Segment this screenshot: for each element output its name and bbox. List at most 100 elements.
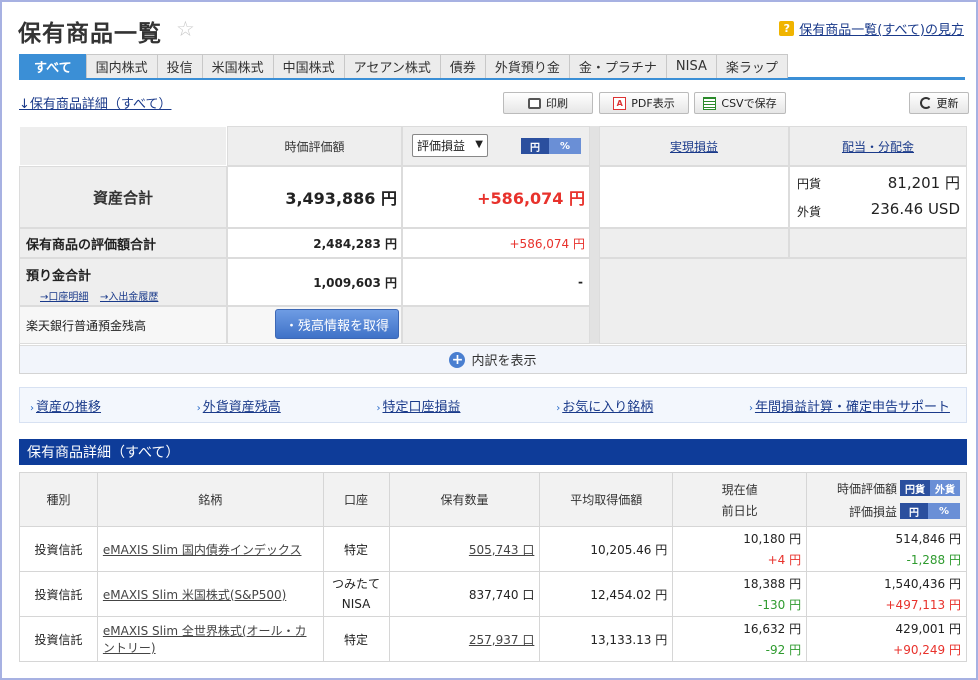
- table-header-row: 種別 銘柄 口座 保有数量 平均取得価額 現在値 前日比 時価評価額 円貨 外貨 評…: [19, 472, 967, 527]
- toggle-yen[interactable]: 円: [521, 138, 549, 154]
- row-pl: +90,249 円: [893, 643, 961, 657]
- refresh-label: 更新: [936, 97, 959, 110]
- toggle-foreign[interactable]: 外貨: [930, 480, 960, 496]
- currency-toggle[interactable]: 円貨 外貨: [900, 480, 960, 496]
- quick-link-asset-history-label[interactable]: 資産の推移: [36, 400, 101, 415]
- row-market-value: 1,540,436 円: [884, 577, 961, 591]
- fund-name-link[interactable]: eMAXIS Slim 国内債券インデックス: [103, 543, 302, 557]
- th-current-price: 現在値: [721, 482, 758, 497]
- deposit-total-value: 1,009,603 円: [227, 258, 402, 306]
- refresh-button[interactable]: 更新: [909, 92, 969, 114]
- help-link[interactable]: ? 保有商品一覧(すべて)の見方: [779, 19, 964, 38]
- tab-us-stocks[interactable]: 米国株式: [201, 54, 274, 78]
- summary-corner: [19, 126, 227, 166]
- row-value-cell: 429,001 円 +90,249 円: [806, 616, 967, 662]
- tab-rakuwrap[interactable]: 楽ラップ: [715, 54, 788, 78]
- arrow-right-icon: ›: [376, 402, 381, 414]
- print-button[interactable]: 印刷: [503, 92, 593, 114]
- th-name: 銘柄: [96, 472, 324, 527]
- pdf-button[interactable]: A PDF表示: [599, 92, 689, 114]
- tab-nisa[interactable]: NISA: [665, 54, 717, 78]
- quick-link-specific-account[interactable]: › 特定口座損益: [376, 396, 460, 415]
- deposit-history-link[interactable]: →入出金履歴: [100, 288, 158, 303]
- tab-domestic-stocks[interactable]: 国内株式: [85, 54, 158, 78]
- fund-name-link[interactable]: eMAXIS Slim 全世界株式(オール・カントリー): [103, 624, 307, 655]
- pl-unit-toggle[interactable]: 円%: [900, 503, 960, 519]
- account-detail-link[interactable]: →口座明細: [40, 288, 88, 303]
- help-icon: ?: [779, 21, 795, 36]
- holdings-pl-value: +586,074 円: [402, 228, 590, 258]
- row-quantity-link[interactable]: 505,743 口: [469, 543, 534, 557]
- table-row: 投資信託 eMAXIS Slim 米国株式(S&P500) つみたて NISA …: [19, 571, 967, 617]
- th-account: 口座: [322, 472, 390, 527]
- dividends-link[interactable]: 配当・分配金: [842, 138, 914, 155]
- toggle-percent[interactable]: %: [549, 138, 581, 154]
- quick-link-tax-support-label[interactable]: 年間損益計算・確定申告サポート: [755, 400, 950, 415]
- toggle-pl-percent[interactable]: %: [928, 503, 960, 519]
- th-prev-change: 前日比: [721, 503, 758, 518]
- th-pl: 評価損益: [848, 504, 897, 519]
- th-quantity: 保有数量: [388, 472, 541, 527]
- row-type: 投資信託: [19, 526, 98, 572]
- print-label: 印刷: [546, 97, 568, 110]
- row-price-cell: 10,180 円 +4 円: [672, 526, 808, 572]
- quick-link-favorites[interactable]: › お気に入り銘柄: [556, 396, 653, 415]
- th-price: 現在値 前日比: [672, 472, 808, 527]
- tab-asean-stocks[interactable]: アセアン株式: [343, 54, 441, 78]
- realized-pl-link[interactable]: 実現損益: [670, 138, 718, 155]
- row-change: -92 円: [765, 643, 802, 657]
- tab-bonds[interactable]: 債券: [439, 54, 486, 78]
- pl-type-select[interactable]: 評価損益 ▼: [412, 134, 488, 157]
- th-avg-price: 平均取得価額: [539, 472, 674, 527]
- get-balance-button[interactable]: ・残高情報を取得: [275, 309, 399, 339]
- row-quantity-link[interactable]: 257,937 口: [469, 633, 534, 647]
- total-assets-label: 資産合計: [19, 166, 227, 228]
- row-account: つみたて NISA: [322, 571, 390, 617]
- row-quantity-cell: 257,937 口: [388, 616, 541, 662]
- tab-all[interactable]: すべて: [19, 54, 87, 78]
- tab-funds[interactable]: 投信: [156, 54, 203, 78]
- holdings-realized-cell: [599, 228, 789, 258]
- holdings-detail-anchor-link[interactable]: ↓保有商品詳細（すべて）: [19, 93, 171, 112]
- row-quantity: 837,740 口: [388, 571, 541, 617]
- tab-fx-deposit[interactable]: 外貨預り金: [484, 54, 570, 78]
- holdings-total-value: 2,484,283 円: [227, 228, 402, 258]
- th-value: 時価評価額 円貨 外貨 評価損益 円%: [806, 472, 967, 527]
- row-avg-price: 13,133.13 円: [539, 616, 674, 662]
- holdings-total-label: 保有商品の評価額合計: [19, 228, 227, 258]
- row-value-cell: 1,540,436 円 +497,113 円: [806, 571, 967, 617]
- quick-link-asset-history[interactable]: › 資産の推移: [30, 396, 101, 415]
- help-link-label[interactable]: 保有商品一覧(すべて)の見方: [799, 19, 964, 38]
- toggle-pl-yen[interactable]: 円: [900, 503, 928, 519]
- quick-link-specific-account-label[interactable]: 特定口座損益: [382, 400, 460, 415]
- csv-save-button[interactable]: CSVで保存: [694, 92, 786, 114]
- toggle-jpy[interactable]: 円貨: [900, 480, 930, 496]
- holdings-detail-heading: 保有商品詳細（すべて）: [19, 439, 967, 465]
- total-assets-value: 3,493,886 円: [227, 166, 402, 228]
- col-market-value: 時価評価額: [227, 126, 402, 166]
- quick-link-favorites-label[interactable]: お気に入り銘柄: [562, 400, 653, 415]
- row-avg-price: 10,205.46 円: [539, 526, 674, 572]
- show-breakdown-row[interactable]: + 内訳を表示: [20, 345, 966, 373]
- favorite-star-icon[interactable]: ☆: [176, 17, 195, 41]
- quick-link-tax-support[interactable]: › 年間損益計算・確定申告サポート: [749, 396, 950, 415]
- arrow-right-icon: ›: [556, 402, 561, 414]
- row-name-cell: eMAXIS Slim 国内債券インデックス: [96, 526, 324, 572]
- row-change: +4 円: [767, 553, 802, 567]
- row-change: -130 円: [758, 598, 802, 612]
- row-current-price: 18,388 円: [743, 577, 802, 591]
- arrow-right-icon: ›: [748, 402, 753, 414]
- quick-link-fx-balance[interactable]: › 外貨資産残高: [197, 396, 281, 415]
- fund-name-link[interactable]: eMAXIS Slim 米国株式(S&P500): [103, 588, 286, 602]
- row-market-value: 429,001 円: [895, 622, 961, 636]
- csv-label: CSVで保存: [721, 97, 777, 110]
- realized-total-cell: [599, 166, 789, 228]
- row-name-cell: eMAXIS Slim 米国株式(S&P500): [96, 571, 324, 617]
- quick-link-fx-balance-label[interactable]: 外貨資産残高: [203, 400, 281, 415]
- pdf-icon: A: [613, 96, 627, 110]
- tab-gold-platinum[interactable]: 金・プラチナ: [568, 54, 667, 78]
- page-frame: 保有商品一覧 ☆ ? 保有商品一覧(すべて)の見方 すべて 国内株式 投信 米国…: [0, 0, 978, 680]
- yen-percent-toggle[interactable]: 円 %: [521, 138, 581, 154]
- row-avg-price: 12,454.02 円: [539, 571, 674, 617]
- tab-china-stocks[interactable]: 中国株式: [272, 54, 345, 78]
